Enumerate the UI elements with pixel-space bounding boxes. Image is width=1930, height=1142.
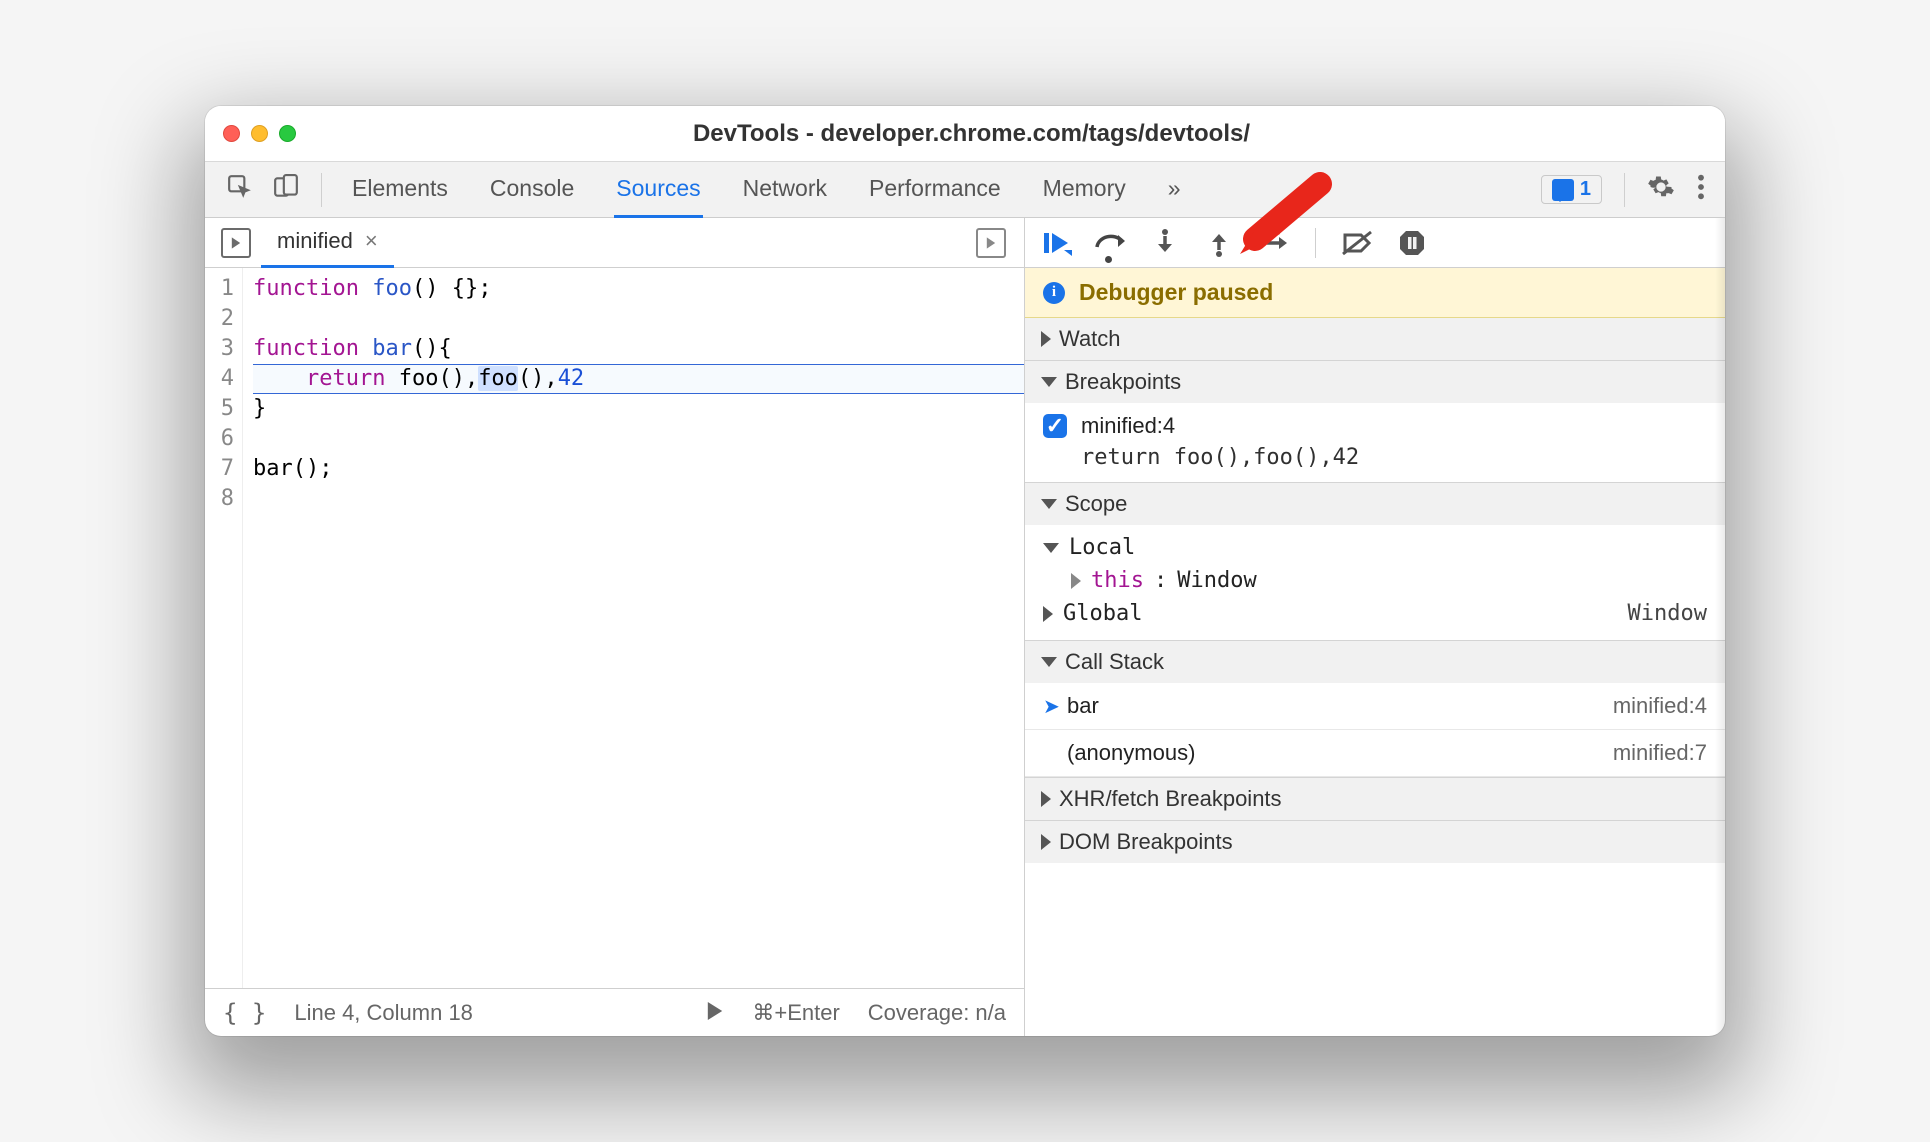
breakpoint-location: minified:4 [1081,413,1175,439]
debugger-paused-banner: i Debugger paused [1025,268,1725,318]
caret-right-icon [1041,834,1051,850]
scope-this-value: Window [1177,568,1256,593]
run-shortcut: ⌘+Enter [752,1000,839,1026]
resume-icon[interactable] [1039,225,1075,261]
breakpoints-title: Breakpoints [1065,369,1181,395]
deactivate-breakpoints-icon[interactable] [1340,225,1376,261]
scope-local-row[interactable]: Local [1025,531,1725,564]
frame-location: minified:4 [1613,693,1707,719]
caret-right-icon [1071,573,1081,589]
tab-sources[interactable]: Sources [614,162,702,218]
caret-down-icon [1041,657,1057,667]
callstack-section: Call Stack ➤bar minified:4 (anonymous) mini… [1025,641,1725,778]
devtools-tabs: Elements Console Sources Network Perform… [322,162,1211,218]
step-over-icon[interactable] [1093,225,1129,261]
scope-section: Scope Local this: Window Global Window [1025,483,1725,641]
chat-icon [1552,179,1574,201]
step-into-icon[interactable] [1147,225,1183,261]
scope-this-label: this [1091,568,1144,593]
breakpoints-section: Breakpoints ✓ minified:4 return foo(),fo… [1025,361,1725,483]
xhr-breakpoints-section[interactable]: XHR/fetch Breakpoints [1025,778,1725,821]
caret-right-icon [1041,791,1051,807]
scope-this-row[interactable]: this: Window [1025,564,1725,597]
step-out-icon[interactable] [1201,225,1237,261]
info-icon: i [1043,282,1065,304]
issues-count: 1 [1580,178,1591,201]
scope-global-label: Global [1063,601,1142,626]
close-file-tab-icon[interactable]: × [365,228,378,254]
callstack-frame[interactable]: (anonymous) minified:7 [1025,730,1725,777]
scope-local-label: Local [1069,535,1135,560]
scope-title: Scope [1065,491,1127,517]
tab-performance[interactable]: Performance [867,162,1003,218]
top-toolbar: Elements Console Sources Network Perform… [205,162,1725,218]
dom-title: DOM Breakpoints [1059,829,1233,855]
breakpoint-item[interactable]: ✓ minified:4 return foo(),foo(),42 [1025,403,1725,482]
debug-panel: i Debugger paused Watch Breakpoints ✓ mi… [1025,218,1725,1036]
frame-name: (anonymous) [1067,740,1195,766]
main-area: minified × 12345678 function foo() {};fu… [205,218,1725,1036]
dom-breakpoints-section[interactable]: DOM Breakpoints [1025,821,1725,863]
caret-down-icon [1043,543,1059,553]
tab-elements[interactable]: Elements [350,162,450,218]
callstack-header[interactable]: Call Stack [1025,641,1725,683]
caret-down-icon [1041,377,1057,387]
devtools-window: DevTools - developer.chrome.com/tags/dev… [205,106,1725,1036]
titlebar: DevTools - developer.chrome.com/tags/dev… [205,106,1725,162]
file-tab-minified[interactable]: minified × [261,218,394,268]
scrollbar[interactable] [1715,218,1725,1036]
tab-console[interactable]: Console [488,162,576,218]
window-title: DevTools - developer.chrome.com/tags/dev… [236,120,1707,148]
pretty-print-icon[interactable]: { } [223,999,266,1027]
code-editor[interactable]: 12345678 function foo() {};function bar(… [205,268,1024,988]
device-toolbar-icon[interactable] [273,174,299,206]
caret-right-icon [1043,606,1053,622]
scope-global-value: Window [1628,601,1707,626]
scope-global-row[interactable]: Global Window [1025,597,1725,630]
callstack-title: Call Stack [1065,649,1164,675]
current-frame-icon: ➤ [1043,694,1067,719]
annotation-arrow-icon [1235,179,1325,275]
frame-location: minified:7 [1613,740,1707,766]
breakpoint-code: return foo(),foo(),42 [1043,445,1707,470]
file-tab-label: minified [277,228,353,254]
run-snippet-icon[interactable] [976,228,1006,258]
debug-toolbar [1025,218,1725,268]
inspect-icon[interactable] [227,174,253,206]
file-tab-bar: minified × [205,218,1024,268]
breakpoints-header[interactable]: Breakpoints [1025,361,1725,403]
debugger-paused-label: Debugger paused [1079,279,1273,306]
tab-network[interactable]: Network [741,162,829,218]
tab-memory[interactable]: Memory [1041,162,1128,218]
xhr-title: XHR/fetch Breakpoints [1059,786,1282,812]
watch-section[interactable]: Watch [1025,318,1725,361]
tabs-overflow[interactable]: » [1166,162,1183,218]
pause-on-exceptions-icon[interactable] [1394,225,1430,261]
gutter: 12345678 [205,268,243,988]
kebab-icon[interactable] [1697,173,1705,207]
coverage-label: Coverage: n/a [868,1000,1006,1026]
gear-icon[interactable] [1647,173,1675,207]
breakpoint-checkbox[interactable]: ✓ [1043,414,1067,438]
issues-badge[interactable]: 1 [1541,175,1602,204]
editor-status-bar: { } Line 4, Column 18 ⌘+Enter Coverage: … [205,988,1024,1036]
code-panel: minified × 12345678 function foo() {};fu… [205,218,1025,1036]
frame-name: bar [1067,693,1099,719]
code-body[interactable]: function foo() {};function bar(){ return… [243,268,1024,988]
caret-right-icon [1041,331,1051,347]
show-navigator-icon[interactable] [221,228,251,258]
cursor-position: Line 4, Column 18 [294,1000,473,1026]
callstack-frame[interactable]: ➤bar minified:4 [1025,683,1725,730]
caret-down-icon [1041,499,1057,509]
watch-title: Watch [1059,326,1121,352]
run-icon[interactable] [706,1000,724,1026]
scope-header[interactable]: Scope [1025,483,1725,525]
